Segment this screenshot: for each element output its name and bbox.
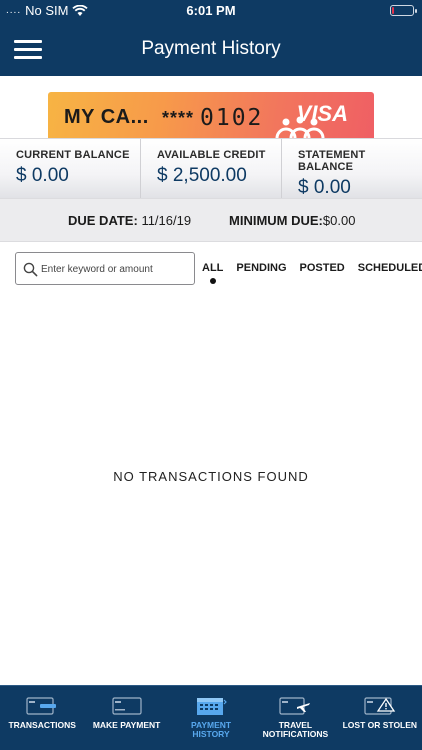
tab-payment-history-label: PAYMENT HISTORY [190, 720, 232, 739]
tab-lost-or-stolen[interactable]: LOST OR STOLEN [338, 686, 422, 750]
card-name: MY CA... [64, 106, 149, 128]
bottom-tab-bar: TRANSACTIONS MAKE PAYMENT PAYMENT HISTORY… [0, 685, 422, 750]
card-last-four: 0102 [200, 105, 264, 131]
due-info: DUE DATE: 11/16/19 MINIMUM DUE:$0.00 [0, 198, 422, 242]
search-input[interactable] [41, 260, 191, 278]
tab-travel-notifications[interactable]: TRAVEL NOTIFICATIONS [253, 686, 337, 750]
due-date-value: 11/16/19 [141, 213, 192, 228]
filter-scheduled[interactable]: SCHEDULED [358, 262, 422, 274]
tab-lost-or-stolen-label: LOST OR STOLEN [342, 720, 418, 730]
battery-icon [390, 5, 417, 16]
empty-state-message: NO TRANSACTIONS FOUND [113, 469, 309, 484]
statement-balance-value: $ 0.00 [298, 177, 351, 198]
calendar-icon [197, 698, 227, 715]
search-box[interactable] [15, 252, 195, 285]
available-credit-value: $ 2,500.00 [157, 165, 247, 186]
due-date: DUE DATE: 11/16/19 [68, 213, 191, 228]
available-credit: AVAILABLE CREDIT $ 2,500.00 [141, 139, 282, 198]
current-balance: CURRENT BALANCE $ 0.00 [0, 139, 141, 198]
card-mask: **** [162, 108, 195, 128]
statement-balance-label: STATEMENT BALANCE [298, 149, 366, 173]
available-credit-label: AVAILABLE CREDIT [157, 149, 266, 161]
nav-bar: Payment History [0, 22, 422, 76]
tab-make-payment[interactable]: MAKE PAYMENT [84, 686, 168, 750]
minimum-due-label: MINIMUM DUE: [229, 213, 323, 228]
filter-posted[interactable]: POSTED [300, 262, 345, 274]
status-bar: .... No SIM 6:01 PM [0, 0, 422, 22]
battery-level [392, 7, 394, 14]
filter-all[interactable]: ALL [202, 262, 223, 284]
tab-make-payment-label: MAKE PAYMENT [92, 720, 161, 730]
statement-balance: STATEMENT BALANCE $ 0.00 [282, 139, 422, 198]
visa-logo: VISA [296, 101, 348, 126]
filter-tabs: ALL PENDING POSTED SCHEDULED [202, 262, 422, 284]
minimum-due: MINIMUM DUE:$0.00 [229, 213, 355, 228]
airplane-card-icon [279, 697, 311, 715]
tab-transactions-label: TRANSACTIONS [8, 720, 76, 730]
search-icon [23, 262, 38, 277]
card-banner[interactable]: MY CA... **** 0102 VISA [48, 92, 374, 138]
tab-payment-history[interactable]: PAYMENT HISTORY [169, 686, 253, 750]
tab-transactions[interactable]: TRANSACTIONS [0, 686, 84, 750]
balance-summary: CURRENT BALANCE $ 0.00 AVAILABLE CREDIT … [0, 138, 422, 198]
current-balance-label: CURRENT BALANCE [16, 149, 130, 161]
current-balance-value: $ 0.00 [16, 165, 69, 186]
page-title: Payment History [141, 38, 281, 59]
tab-travel-notifications-label: TRAVEL NOTIFICATIONS [262, 720, 329, 739]
due-date-label: DUE DATE: [68, 213, 138, 228]
card-warning-icon [364, 697, 396, 715]
card-minus-icon [26, 697, 57, 715]
card-icon [112, 697, 142, 715]
status-time: 6:01 PM [186, 3, 236, 18]
filter-pending[interactable]: PENDING [236, 262, 286, 274]
minimum-due-value: $0.00 [322, 213, 356, 228]
